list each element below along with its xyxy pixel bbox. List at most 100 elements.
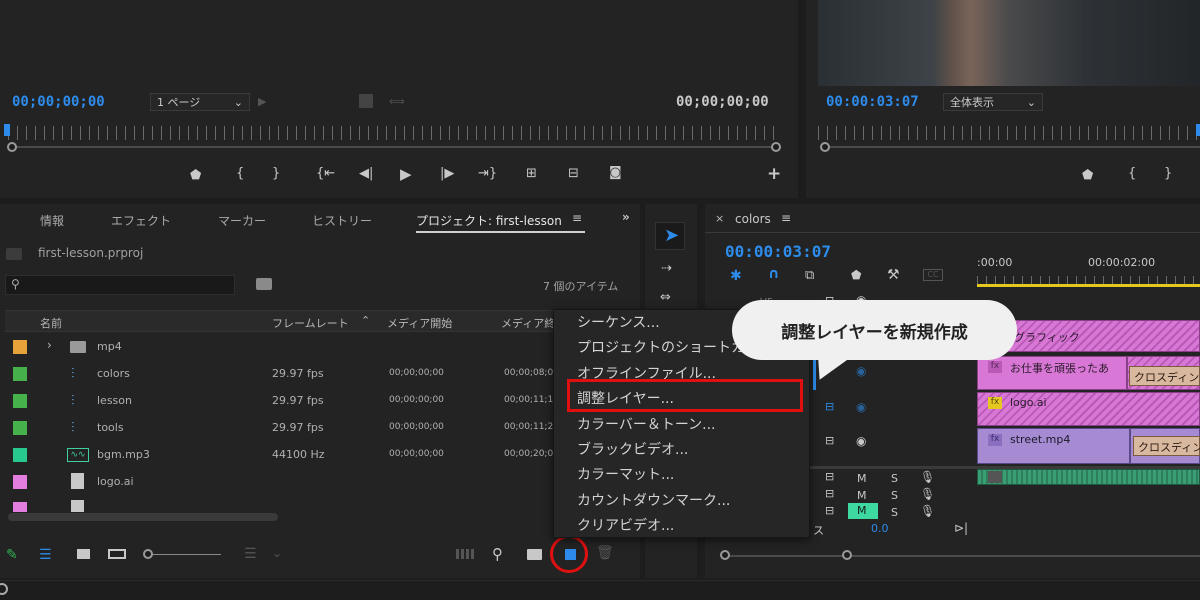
film-icon[interactable]: ⊟	[825, 487, 834, 500]
source-playhead[interactable]	[4, 124, 10, 136]
add-marker-icon[interactable]: ⬟	[1082, 168, 1093, 183]
tab-info[interactable]: 情報	[40, 212, 64, 229]
menu-item-bars-and-tone[interactable]: カラーバー＆トーン...	[554, 413, 809, 438]
play-icon[interactable]: ▶	[400, 165, 412, 183]
work-area-bar[interactable]	[977, 284, 1200, 287]
add-marker-icon[interactable]: ⬟	[190, 168, 201, 183]
microphone-icon[interactable]: 🎙	[920, 487, 935, 501]
timeline-zoom-handle-right[interactable]	[842, 550, 852, 560]
label-swatch[interactable]	[13, 447, 27, 462]
close-tab-icon[interactable]: ×	[715, 212, 724, 225]
list-item[interactable]: ∿∿ bgm.mp3 44100 Hz 00;00;00;00 00;00;20…	[5, 441, 557, 468]
timeline-timecode[interactable]: 00:00:03:07	[725, 242, 831, 261]
snap-magnet-icon[interactable]: ∩	[768, 266, 779, 282]
camera-icon[interactable]: ◙	[609, 165, 622, 180]
cross-dissolve-transition-2[interactable]: クロスディン	[1133, 436, 1200, 456]
list-item[interactable]: ⫶ colors 29.97 fps 00;00;00;00 00;00;08;…	[5, 360, 557, 387]
captions-icon[interactable]: CC	[923, 269, 943, 281]
chevron-down-icon[interactable]: ⌄	[272, 546, 282, 560]
film-icon[interactable]: ⊟	[825, 400, 834, 413]
expand-chevron-icon[interactable]: ›	[47, 338, 52, 352]
drag-handle-icon[interactable]: ⟺	[389, 95, 405, 108]
zoom-slider-handle[interactable]	[143, 549, 153, 559]
list-item[interactable]: ⫶ tools 29.97 fps 00;00;00;00 00;00;11;2	[5, 414, 557, 441]
overwrite-icon[interactable]: ⊟	[568, 166, 579, 181]
menu-item-transparent-video[interactable]: クリアビデオ...	[554, 514, 809, 539]
play-triangle-icon[interactable]: ▶	[258, 95, 266, 108]
mute-button[interactable]: M	[857, 489, 867, 502]
automate-sequence-icon[interactable]	[456, 549, 474, 559]
mark-in-icon[interactable]: {	[236, 166, 244, 181]
add-icon[interactable]: +	[767, 164, 781, 184]
step-forward-icon[interactable]: |▶	[440, 166, 454, 181]
list-item[interactable]	[5, 495, 557, 512]
source-zoom-handle-right[interactable]	[771, 142, 781, 152]
source-timecode-in[interactable]: 00;00;00;00	[12, 94, 105, 110]
menu-item-black-video[interactable]: ブラックビデオ...	[554, 438, 809, 463]
list-scrollbar[interactable]	[8, 513, 278, 521]
mark-in-icon[interactable]: {	[1128, 166, 1136, 181]
menu-item-color-matte[interactable]: カラーマット...	[554, 463, 809, 488]
microphone-icon[interactable]: 🎙	[920, 504, 935, 518]
mark-out-icon[interactable]: }	[1164, 166, 1172, 181]
mute-button-active[interactable]: M	[848, 503, 878, 519]
microphone-icon[interactable]: 🎙	[920, 470, 935, 484]
page-select[interactable]: 1 ページ ⌄	[150, 93, 250, 111]
new-item-button[interactable]	[550, 535, 588, 573]
sort-ascending-icon[interactable]: ⌃	[361, 314, 370, 327]
wrench-icon[interactable]: ⚒	[887, 267, 900, 283]
freeform-view-icon[interactable]	[108, 549, 126, 559]
ripple-edit-tool-icon[interactable]: ⇔	[660, 290, 671, 305]
timeline-zoom-handle-left[interactable]	[720, 550, 730, 560]
label-swatch[interactable]	[13, 501, 27, 512]
film-icon[interactable]: ⊟	[825, 504, 834, 517]
tab-project[interactable]: プロジェクト: first-lesson	[416, 212, 562, 229]
cross-dissolve-transition[interactable]: クロスディン	[1129, 366, 1200, 386]
program-playhead[interactable]	[1196, 124, 1200, 136]
nest-icon[interactable]: ✱	[730, 268, 742, 284]
source-time-ruler[interactable]	[8, 126, 782, 140]
step-back-icon[interactable]: ◀|	[359, 166, 373, 181]
audio-clip-bgm[interactable]	[977, 469, 1200, 485]
program-timecode[interactable]: 00:00:03:07	[826, 94, 919, 110]
go-to-out-icon[interactable]: ⇥}	[478, 166, 497, 181]
column-media-start[interactable]: メディア開始	[387, 315, 452, 331]
search-input[interactable]: ⚲	[5, 275, 235, 295]
add-marker-icon[interactable]: ⬟	[851, 268, 861, 282]
list-item[interactable]: ⫶ lesson 29.97 fps 00;00;00;00 00;00;11;…	[5, 387, 557, 414]
settings-box-icon[interactable]	[359, 94, 373, 108]
solo-button[interactable]: S	[891, 472, 898, 485]
program-zoom-handle[interactable]	[820, 142, 830, 152]
label-swatch[interactable]	[13, 420, 27, 435]
label-swatch[interactable]	[13, 366, 27, 381]
solo-button[interactable]: S	[891, 506, 898, 519]
fit-select[interactable]: 全体表示 ⌄	[943, 93, 1043, 111]
text-clip[interactable]: fx お仕事を頑張ったあ	[977, 356, 1127, 390]
source-zoom-handle-left[interactable]	[7, 142, 17, 152]
search-bin-icon[interactable]	[256, 278, 272, 290]
tab-history[interactable]: ヒストリー	[312, 212, 372, 229]
panel-menu-icon[interactable]: ≡	[781, 211, 791, 225]
eye-icon[interactable]: ◉	[856, 434, 866, 448]
eye-icon[interactable]: ◉	[856, 400, 866, 414]
program-time-ruler[interactable]	[818, 126, 1200, 140]
logo-clip[interactable]: fx logo.ai	[977, 392, 1200, 426]
tab-effects[interactable]: エフェクト	[111, 212, 171, 229]
find-icon[interactable]: ⚲	[492, 545, 503, 563]
menu-item-countdown-leader[interactable]: カウントダウンマーク...	[554, 489, 809, 514]
panel-menu-icon[interactable]: ≡	[572, 211, 582, 225]
sequence-tab[interactable]: colors	[735, 212, 771, 226]
solo-button[interactable]: S	[891, 489, 898, 502]
insert-icon[interactable]: ⊞	[526, 166, 537, 181]
selection-tool-button[interactable]: ➤	[655, 222, 685, 250]
film-icon[interactable]: ⊟	[825, 470, 834, 483]
label-swatch[interactable]	[13, 474, 27, 489]
master-volume[interactable]: 0.0	[871, 522, 889, 535]
label-swatch[interactable]	[13, 393, 27, 408]
source-zoom-bar[interactable]	[12, 146, 778, 148]
column-name[interactable]: 名前	[40, 315, 62, 331]
pencil-icon[interactable]: ✎	[6, 547, 18, 563]
street-clip[interactable]: fx street.mp4	[977, 428, 1130, 464]
zoom-slider-track[interactable]	[153, 554, 221, 555]
go-to-in-icon[interactable]: {⇤	[316, 166, 335, 181]
